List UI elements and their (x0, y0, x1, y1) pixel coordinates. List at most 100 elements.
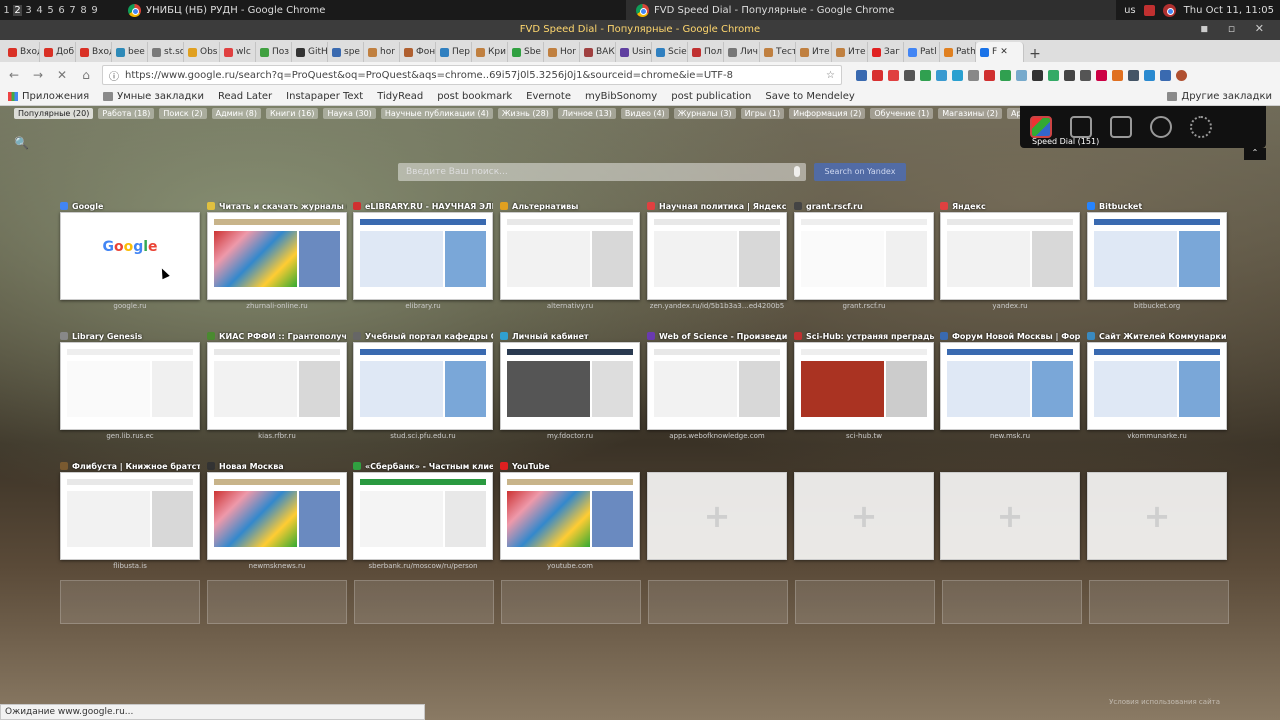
browser-tab[interactable]: bee (112, 42, 148, 62)
dial-thumbnail[interactable] (794, 342, 934, 430)
dial-thumbnail[interactable]: + (940, 472, 1080, 560)
speed-dial-tile[interactable]: Личный кабинет my.fdoctor.ru (500, 330, 640, 441)
group-tab[interactable]: Книги (16) (265, 108, 319, 119)
browser-tab[interactable]: Path (940, 42, 976, 62)
browser-tab[interactable]: Поз (256, 42, 292, 62)
dial-thumbnail[interactable] (647, 342, 787, 430)
browser-tab[interactable]: Patl (904, 42, 940, 62)
group-tab[interactable]: Популярные (20) (14, 108, 94, 119)
dial-thumbnail[interactable] (353, 472, 493, 560)
recently-closed-icon[interactable] (1110, 116, 1132, 138)
browser-tab[interactable]: Ите (796, 42, 832, 62)
bookmark-item[interactable]: Instapaper Text (0, 91, 363, 204)
bookmark-item[interactable]: post publication (0, 91, 751, 204)
dial-thumbnail[interactable]: + (1087, 472, 1227, 560)
extension-icon[interactable] (904, 69, 915, 81)
browser-tab[interactable]: Sbe (508, 42, 544, 62)
workspace-6[interactable]: 6 (57, 5, 66, 16)
speed-dial-tile[interactable]: «Сбербанк» - Частным клиентам sberbank.ru… (353, 460, 493, 571)
terms-note[interactable]: Условия использования сайта (1109, 698, 1220, 706)
extension-icon[interactable] (1144, 69, 1155, 81)
extension-icon[interactable] (936, 69, 947, 81)
microphone-icon[interactable] (794, 166, 800, 177)
extension-icon[interactable] (984, 69, 995, 81)
workspace-2[interactable]: 2 (13, 4, 22, 16)
speed-dial-tile[interactable]: grant.rscf.ru grant.rscf.ru (794, 200, 934, 311)
browser-tab[interactable]: Вход (76, 42, 112, 62)
group-tab[interactable]: Поиск (2) (159, 108, 207, 119)
group-tab[interactable]: Игры (1) (740, 108, 785, 119)
taskbar-item-speed-dial[interactable]: FVD Speed Dial - Популярные - Google Chr… (626, 0, 1116, 20)
bookmark-star-icon[interactable]: ☆ (826, 70, 835, 81)
collapse-panel-button[interactable]: ⌃ (1244, 148, 1266, 160)
extension-icon[interactable] (1160, 69, 1171, 81)
dial-thumbnail[interactable] (60, 342, 200, 430)
speed-dial-tile[interactable]: Web of Science - Произведите в apps.webof… (647, 330, 787, 441)
browser-tab[interactable]: Фон (400, 42, 436, 62)
speed-dial-tile[interactable]: Альтернативы alternativy.ru (500, 200, 640, 311)
browser-tab[interactable]: st.sc (148, 42, 184, 62)
home-button[interactable]: ⌂ (78, 67, 94, 83)
browser-tab[interactable]: Hor (544, 42, 580, 62)
extension-icon[interactable] (1064, 69, 1075, 81)
add-dial-icon[interactable]: + (704, 497, 731, 535)
extension-icon[interactable] (1096, 69, 1107, 81)
empty-dial[interactable]: + (647, 460, 787, 571)
dial-thumbnail[interactable] (940, 342, 1080, 430)
dial-thumbnail[interactable] (500, 472, 640, 560)
browser-tab[interactable]: Вход (4, 42, 40, 62)
taskbar-item-rudn[interactable]: УНИБЦ (НБ) РУДН - Google Chrome (118, 0, 618, 20)
group-tab[interactable]: Личное (13) (557, 108, 616, 119)
close-tab-icon[interactable]: ✕ (1000, 47, 1008, 57)
user-avatar-icon[interactable] (1162, 3, 1176, 17)
browser-tab[interactable]: ВАК (580, 42, 616, 62)
bookmark-item[interactable]: Приложения (8, 91, 89, 102)
bookmark-item[interactable]: post bookmark (0, 91, 512, 204)
bookmark-item[interactable]: Save to Mendeley (0, 91, 855, 204)
workspace-3[interactable]: 3 (24, 5, 33, 16)
dial-thumbnail[interactable] (207, 212, 347, 300)
workspace-1[interactable]: 1 (2, 5, 11, 16)
most-visited-icon[interactable] (1070, 116, 1092, 138)
back-button[interactable]: ← (6, 67, 22, 83)
clock[interactable]: Thu Oct 11, 11:05 (1184, 5, 1274, 16)
dial-thumbnail[interactable] (794, 212, 934, 300)
workspace-8[interactable]: 8 (79, 5, 88, 16)
group-tab[interactable]: Магазины (2) (938, 108, 1003, 119)
extension-icon[interactable] (952, 69, 963, 81)
address-bar[interactable]: ⓘ https://www.google.ru/search?q=ProQues… (102, 65, 842, 85)
extension-icon[interactable] (888, 69, 899, 81)
speed-dial-tile[interactable]: YouTube youtube.com (500, 460, 640, 571)
speed-dial-tile[interactable]: Сайт Жителей Коммунарки - Но vkommunarke.… (1087, 330, 1227, 441)
bookmark-item[interactable]: TidyRead (0, 91, 423, 204)
speed-dial-tile[interactable]: Научная политика | Яндекс Дзен zen.yandex… (647, 200, 787, 311)
speed-dial-tile[interactable]: eLIBRARY.RU - НАУЧНАЯ ЭЛЕКТ elibrary.ru (353, 200, 493, 311)
empty-dial[interactable]: + (1087, 460, 1227, 571)
other-bookmarks[interactable]: Другие закладки (1167, 91, 1272, 102)
bookmark-item[interactable]: myBibSonomy (0, 91, 657, 204)
search-icon[interactable]: 🔍 (14, 136, 29, 150)
workspace-switcher[interactable]: 123456789 (0, 0, 101, 20)
group-tab[interactable]: Наука (30) (323, 108, 376, 119)
speed-dial-icon[interactable] (1030, 116, 1052, 138)
group-tab[interactable]: Работа (18) (98, 108, 155, 119)
extension-icon[interactable] (856, 69, 867, 81)
browser-tab[interactable]: spe (328, 42, 364, 62)
speed-dial-tile[interactable]: Google Google google.ru (60, 200, 200, 311)
sync-icon[interactable] (1150, 116, 1172, 138)
browser-tab[interactable]: Заг (868, 42, 904, 62)
dial-thumbnail[interactable] (500, 342, 640, 430)
speed-dial-tile[interactable]: Яндекс yandex.ru (940, 200, 1080, 311)
volume-icon[interactable] (1143, 4, 1155, 16)
browser-tab[interactable]: hor (364, 42, 400, 62)
browser-tab[interactable]: Obs (184, 42, 220, 62)
dial-thumbnail[interactable] (353, 342, 493, 430)
extension-icon[interactable] (1176, 69, 1187, 81)
add-dial-icon[interactable]: + (997, 497, 1024, 535)
stop-button[interactable]: ✕ (54, 67, 70, 83)
browser-tab[interactable]: Scie (652, 42, 688, 62)
bookmark-item[interactable]: Evernote (0, 91, 571, 204)
dial-thumbnail[interactable]: Google (60, 212, 200, 300)
extension-icon[interactable] (968, 69, 979, 81)
search-input[interactable]: Введите Ваш поиск... (398, 163, 806, 181)
